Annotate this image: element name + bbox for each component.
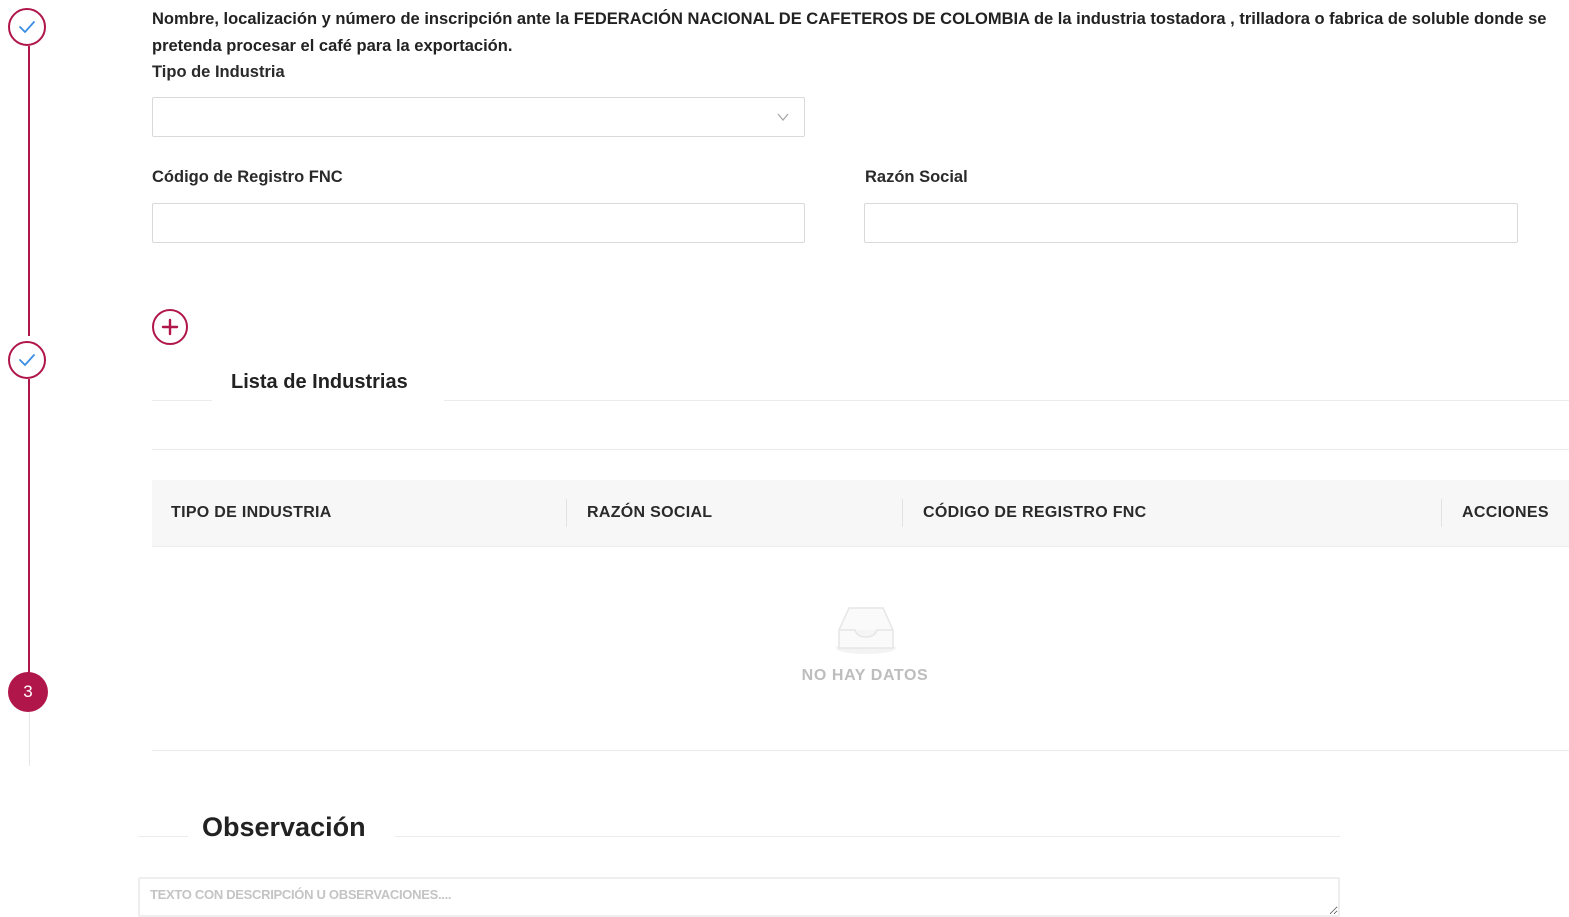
observation-textarea[interactable] xyxy=(138,877,1340,917)
stepper-connector-1 xyxy=(28,46,30,336)
table-top-divider xyxy=(152,449,1569,450)
table-empty-state: NO HAY DATOS xyxy=(794,600,936,692)
observation-title: Observación xyxy=(202,812,366,842)
observation-divider-left xyxy=(138,836,188,837)
column-header-acciones[interactable]: ACCIONES xyxy=(1462,480,1549,546)
column-header-razon-social[interactable]: RAZÓN SOCIAL xyxy=(587,480,712,546)
codigo-registro-input[interactable] xyxy=(152,203,805,243)
stepper-connector-3 xyxy=(29,712,30,766)
step-2-completed[interactable] xyxy=(8,341,46,379)
add-industry-button[interactable] xyxy=(152,309,188,345)
section-divider-right xyxy=(444,400,1569,401)
razon-social-input[interactable] xyxy=(864,203,1518,243)
razon-social-label: Razón Social xyxy=(865,168,968,186)
plus-circle-icon xyxy=(161,318,179,336)
observation-divider-right xyxy=(395,836,1340,837)
section-divider-left xyxy=(152,400,212,401)
table-bottom-divider xyxy=(152,750,1569,751)
column-separator xyxy=(566,499,567,527)
chevron-down-icon xyxy=(777,113,789,122)
empty-state-text: NO HAY DATOS xyxy=(801,667,929,684)
check-icon xyxy=(19,21,35,33)
tipo-industria-label: Tipo de Industria xyxy=(152,63,285,81)
column-separator xyxy=(1441,499,1442,527)
column-separator xyxy=(902,499,903,527)
stepper-connector-2 xyxy=(28,379,30,673)
step-1-completed[interactable] xyxy=(8,8,46,46)
empty-inbox-icon xyxy=(836,607,896,654)
column-header-tipo-industria[interactable]: TIPO DE INDUSTRIA xyxy=(171,480,332,546)
column-header-codigo-registro[interactable]: CÓDIGO DE REGISTRO FNC xyxy=(923,480,1147,546)
tipo-industria-select[interactable] xyxy=(152,97,805,137)
form-instructions: Nombre, localización y número de inscrip… xyxy=(152,10,1547,55)
codigo-registro-label: Código de Registro FNC xyxy=(152,168,343,186)
check-icon xyxy=(19,354,35,366)
step-3-number: 3 xyxy=(23,682,33,701)
industries-section-title: Lista de Industrias xyxy=(231,371,408,393)
industries-table-header: TIPO DE INDUSTRIA RAZÓN SOCIAL CÓDIGO DE… xyxy=(152,480,1569,547)
step-3-current[interactable]: 3 xyxy=(8,672,48,712)
